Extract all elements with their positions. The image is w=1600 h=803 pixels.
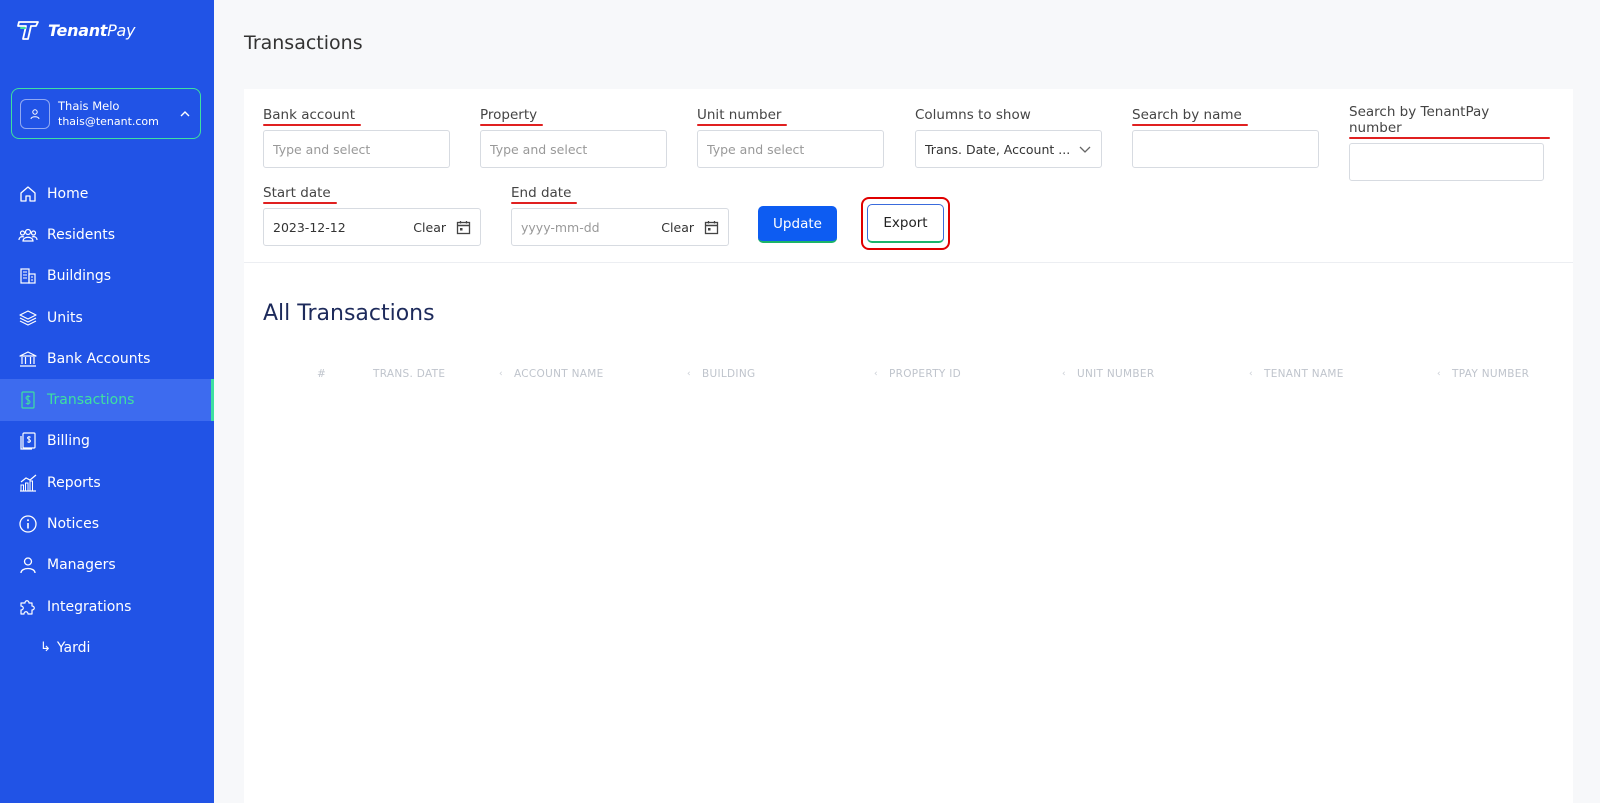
sidebar-item-label: Transactions [47, 392, 135, 409]
sidebar-item-bank-accounts[interactable]: Bank Accounts [0, 338, 214, 379]
sidebar-item-label: Billing [47, 433, 90, 450]
unit-number-label: Unit number [697, 107, 788, 126]
export-button[interactable]: Export [867, 204, 944, 243]
sidebar-item-label: Bank Accounts [47, 350, 151, 367]
user-email: thais@tenant.com [58, 114, 159, 128]
home-icon [20, 185, 36, 202]
end-date-filter: End date yyyy-mm-dd Clear [511, 182, 729, 246]
person-icon [30, 108, 40, 119]
search-name-label: Search by name [1132, 107, 1248, 126]
columns-filter: Columns to show Trans. Date, Account ... [915, 104, 1102, 168]
column-header[interactable]: ‹ PROPERTY ID [874, 368, 961, 380]
subitem-arrow-icon: ↳ [40, 640, 51, 656]
unit-number-filter: Unit number Type and select [697, 104, 884, 168]
reports-icon [20, 474, 37, 492]
logo[interactable]: TenantPay [16, 18, 135, 42]
sidebar-item-units[interactable]: Units [0, 297, 214, 338]
column-header[interactable]: ‹ BUILDING [687, 368, 755, 380]
columns-label: Columns to show [915, 107, 1031, 123]
user-menu[interactable]: Thais Melo thais@tenant.com [11, 88, 201, 139]
sidebar-item-reports[interactable]: Reports [0, 462, 214, 503]
search-tpay-filter: Search by TenantPay number [1349, 104, 1550, 181]
sort-icon: ‹ [1249, 369, 1253, 379]
transactions-card: Bank account Type and select Property Ty… [244, 89, 1573, 803]
sort-icon: ‹ [874, 369, 878, 379]
sidebar-item-label: Home [47, 185, 89, 202]
end-date-input[interactable]: yyyy-mm-dd Clear [511, 208, 729, 246]
bank-account-filter: Bank account Type and select [263, 104, 450, 168]
sidebar-item-home[interactable]: Home [0, 173, 214, 214]
sidebar-item-label: Residents [47, 226, 116, 243]
chevron-up-icon [180, 110, 190, 116]
sidebar-item-residents[interactable]: Residents [0, 214, 214, 255]
bank-icon [19, 351, 37, 367]
calendar-icon[interactable] [704, 220, 719, 235]
puzzle-icon [20, 599, 35, 615]
end-date-label: End date [511, 185, 578, 204]
tenantpay-logo-icon [17, 21, 39, 40]
user-icon [20, 557, 36, 574]
sidebar-item-buildings[interactable]: Buildings [0, 256, 214, 297]
columns-select[interactable]: Trans. Date, Account ... [915, 130, 1102, 168]
sort-icon: ‹ [1062, 369, 1066, 379]
property-label: Property [480, 107, 544, 126]
column-header[interactable]: ‹ UNIT NUMBER [1062, 368, 1154, 380]
end-date-clear-button[interactable]: Clear [661, 220, 694, 235]
sidebar-subitem-yardi[interactable]: ↳ Yardi [0, 627, 214, 668]
search-tpay-label: Search by TenantPay number [1349, 104, 1550, 139]
unit-number-input[interactable]: Type and select [697, 130, 884, 168]
property-input[interactable]: Type and select [480, 130, 667, 168]
sidebar-item-integrations[interactable]: Integrations [0, 586, 214, 627]
info-icon [19, 515, 37, 533]
sidebar-item-label: Reports [47, 474, 101, 491]
sidebar-item-label: Units [47, 309, 83, 326]
sidebar-item-label: Notices [47, 516, 100, 533]
property-filter: Property Type and select [480, 104, 667, 168]
divider [244, 262, 1573, 263]
search-name-input[interactable] [1132, 130, 1319, 168]
start-date-filter: Start date 2023-12-12 Clear [263, 182, 481, 246]
chevron-down-icon [1079, 146, 1091, 153]
sidebar-item-billing[interactable]: Billing [0, 421, 214, 462]
logo-text: TenantPay [48, 20, 136, 40]
column-header[interactable]: # [317, 368, 326, 380]
sidebar-item-label: Buildings [47, 268, 112, 285]
sort-icon: ‹ [687, 369, 691, 379]
sidebar: TenantPay Thais Melo thais@tenant.com Ho… [0, 0, 214, 803]
sidebar-item-transactions[interactable]: Transactions [0, 379, 214, 422]
sidebar-item-notices[interactable]: Notices [0, 503, 214, 544]
sidebar-item-label: Managers [47, 557, 116, 574]
sort-icon: ‹ [1437, 369, 1441, 379]
column-header[interactable]: TRANS. DATE [373, 368, 445, 380]
buildings-icon [20, 268, 36, 284]
update-button[interactable]: Update [758, 206, 837, 243]
transactions-icon [21, 391, 35, 409]
avatar [20, 98, 50, 129]
user-name: Thais Melo [58, 98, 120, 113]
sidebar-item-label: Yardi [56, 639, 91, 656]
sidebar-item-label: Integrations [47, 598, 132, 615]
search-name-filter: Search by name [1132, 104, 1319, 168]
page-title: Transactions [244, 32, 363, 54]
bank-account-label: Bank account [263, 107, 361, 126]
billing-icon [20, 432, 36, 451]
start-date-label: Start date [263, 185, 337, 204]
bank-account-input[interactable]: Type and select [263, 130, 450, 168]
column-header[interactable]: ‹ ACCOUNT NAME [499, 368, 604, 380]
layers-icon [19, 309, 37, 326]
sidebar-item-managers[interactable]: Managers [0, 545, 214, 586]
sidebar-nav: Home Residents Buildings Units Bank Acco… [0, 173, 214, 668]
sort-icon: ‹ [499, 369, 503, 379]
column-header[interactable]: ‹ TPAY NUMBER [1437, 368, 1529, 380]
table-header: # TRANS. DATE ‹ ACCOUNT NAME ‹ BUILDING ‹ P… [244, 368, 1573, 388]
calendar-icon[interactable] [456, 220, 471, 235]
residents-icon [18, 228, 38, 242]
start-date-input[interactable]: 2023-12-12 Clear [263, 208, 481, 246]
section-title: All Transactions [263, 301, 435, 326]
search-tpay-input[interactable] [1349, 143, 1544, 181]
column-header[interactable]: ‹ TENANT NAME [1249, 368, 1344, 380]
start-date-clear-button[interactable]: Clear [413, 220, 446, 235]
